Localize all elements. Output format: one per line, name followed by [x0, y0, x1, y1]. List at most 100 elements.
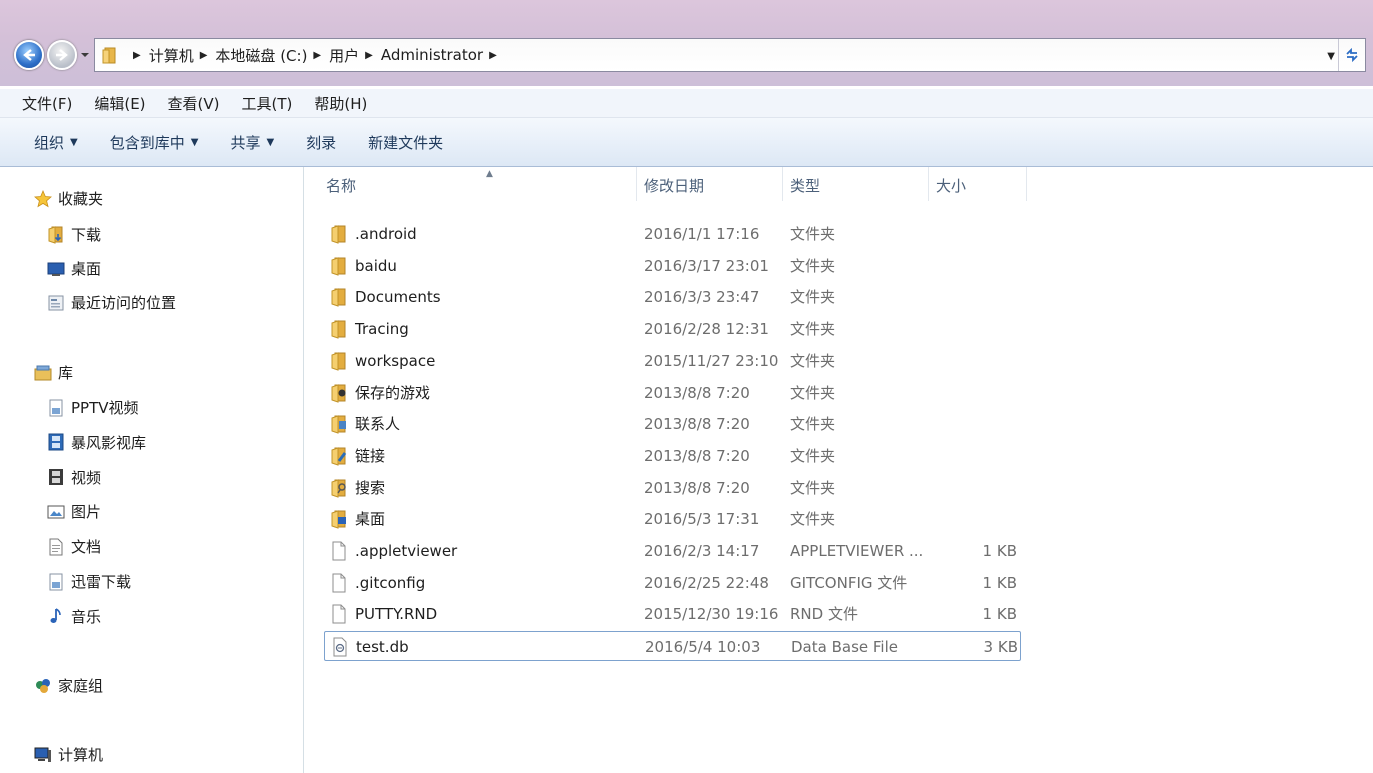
file-row[interactable]: 链接 2013/8/8 7:20 文件夹 — [324, 441, 1021, 471]
nav-item[interactable]: 下载 — [47, 224, 101, 245]
nav-item[interactable]: 文档 — [47, 536, 101, 557]
nav-item-label: 图片 — [71, 503, 102, 522]
back-button[interactable] — [14, 40, 44, 70]
download-folder-icon — [47, 225, 65, 244]
file-name-cell[interactable]: 搜索 — [330, 473, 385, 503]
file-row[interactable]: baidu 2016/3/17 23:01 文件夹 — [324, 251, 1021, 281]
file-name-cell[interactable]: Tracing — [330, 314, 409, 344]
nav-libraries[interactable]: 库 — [34, 362, 73, 383]
file-name-cell[interactable]: baidu — [330, 251, 397, 281]
file-row[interactable]: PUTTY.RND 2015/12/30 19:16 RND 文件 1 KB — [324, 599, 1021, 629]
file-size — [934, 409, 1017, 439]
file-name-cell[interactable]: .gitconfig — [330, 568, 425, 598]
nav-computer[interactable]: 计算机 — [34, 744, 103, 765]
file-date: 2016/3/17 23:01 — [644, 256, 769, 275]
file-date: 2016/1/1 17:16 — [644, 225, 760, 243]
file-name-cell[interactable]: test.db — [331, 632, 409, 662]
file-name-cell[interactable]: .appletviewer — [330, 536, 457, 566]
back-arrow-icon — [23, 49, 35, 61]
file-row[interactable]: .appletviewer 2016/2/3 14:17 APPLETVIEWER … — [324, 536, 1021, 566]
nav-item[interactable]: 图片 — [47, 501, 101, 522]
file-name-cell[interactable]: 链接 — [330, 441, 385, 471]
file-name-cell[interactable]: 联系人 — [330, 409, 400, 439]
dropdown-arrow-icon: ▼ — [266, 136, 275, 148]
breadcrumb-item[interactable]: 本地磁盘 (C:) — [215, 45, 307, 66]
menu-item[interactable]: 文件(F) — [22, 93, 72, 114]
file-row[interactable]: workspace 2015/11/27 23:10 文件夹 — [324, 346, 1021, 376]
menu-item[interactable]: 工具(T) — [242, 93, 293, 114]
recent-pages-dropdown-icon[interactable] — [80, 50, 90, 60]
file-name-cell[interactable]: .android — [330, 219, 417, 249]
command-button[interactable]: 组织 ▼ — [34, 132, 78, 153]
file-row[interactable]: Documents 2016/3/3 23:47 文件夹 — [324, 282, 1021, 312]
saved-games-folder-icon — [330, 383, 348, 403]
breadcrumb-item[interactable]: Administrator — [381, 46, 483, 64]
file-name-cell[interactable]: workspace — [330, 346, 435, 376]
column-size-label: 大小 — [936, 176, 967, 195]
breadcrumb-separator-icon[interactable]: ▶ — [365, 50, 373, 61]
nav-item[interactable]: 暴风影视库 — [47, 432, 146, 453]
forward-arrow-icon — [56, 49, 68, 61]
file-name-cell[interactable]: PUTTY.RND — [330, 599, 437, 629]
file-name-cell[interactable]: 桌面 — [330, 504, 385, 534]
column-header-date[interactable]: 修改日期 — [636, 167, 782, 203]
command-label: 组织 — [34, 133, 65, 152]
breadcrumb-separator-icon[interactable]: ▶ — [133, 50, 141, 61]
file-name-cell[interactable]: 保存的游戏 — [330, 378, 430, 408]
menu-item[interactable]: 帮助(H) — [314, 93, 367, 114]
nav-item[interactable]: PPTV视频 — [47, 397, 139, 418]
file-row[interactable]: .android 2016/1/1 17:16 文件夹 — [324, 219, 1021, 249]
file-size — [934, 378, 1017, 408]
file-size: 3 KB — [983, 638, 1018, 657]
nav-item[interactable]: 视频 — [47, 467, 101, 488]
file-row[interactable]: 桌面 2016/5/3 17:31 文件夹 — [324, 504, 1021, 534]
nav-item[interactable]: 最近访问的位置 — [47, 292, 176, 313]
column-header-size[interactable]: 大小 — [928, 167, 1026, 203]
breadcrumb-item[interactable]: 计算机 — [149, 45, 194, 66]
file-type: 文件夹 — [790, 351, 836, 370]
pictures-icon — [47, 503, 65, 521]
file-size — [934, 282, 1017, 312]
file-row-selected[interactable]: test.db 2016/5/4 10:03 Data Base File 3 KB — [324, 631, 1021, 662]
file-name-cell[interactable]: Documents — [330, 282, 441, 312]
file-date: 2016/5/4 10:03 — [645, 638, 761, 657]
file-type: 文件夹 — [790, 320, 836, 339]
menu-item[interactable]: 查看(V) — [168, 93, 220, 114]
file-row[interactable]: 保存的游戏 2013/8/8 7:20 文件夹 — [324, 378, 1021, 408]
file-row[interactable]: 联系人 2013/8/8 7:20 文件夹 — [324, 409, 1021, 439]
column-header-type[interactable]: 类型 — [782, 167, 928, 203]
dropdown-arrow-icon: ▼ — [70, 136, 78, 148]
file-row[interactable]: .gitconfig 2016/2/25 22:48 GITCONFIG 文件 1 K… — [324, 568, 1021, 598]
address-bar[interactable]: ▶ 计算机 ▶ 本地磁盘 (C:) ▶ 用户 ▶ Administrator ▶ ▼ — [94, 38, 1366, 72]
nav-homegroup[interactable]: 家庭组 — [34, 675, 103, 696]
file-name: 搜索 — [355, 478, 386, 497]
nav-item[interactable]: 迅雷下载 — [47, 571, 131, 592]
column-divider[interactable] — [1026, 167, 1027, 201]
file-row[interactable]: Tracing 2016/2/28 12:31 文件夹 — [324, 314, 1021, 344]
file-row[interactable]: 搜索 2013/8/8 7:20 文件夹 — [324, 473, 1021, 503]
file-date: 2013/8/8 7:20 — [644, 478, 750, 497]
breadcrumb-separator-icon[interactable]: ▶ — [200, 50, 208, 61]
breadcrumb-separator-icon[interactable]: ▶ — [489, 50, 497, 61]
file-date: 2013/8/8 7:20 — [644, 446, 750, 465]
address-dropdown-icon[interactable]: ▼ — [1327, 51, 1335, 62]
command-label: 共享 — [230, 133, 261, 152]
command-button[interactable]: 新建文件夹 — [368, 132, 443, 153]
column-header-name[interactable]: 名称 ▲ — [318, 167, 636, 203]
column-name-label: 名称 — [326, 176, 357, 195]
folder-icon — [330, 319, 348, 339]
nav-item[interactable]: 音乐 — [47, 606, 101, 627]
breadcrumb-item[interactable]: 用户 — [329, 45, 359, 66]
file-icon — [330, 541, 348, 561]
breadcrumb-separator-icon[interactable]: ▶ — [313, 50, 321, 61]
nav-favorites[interactable]: 收藏夹 — [34, 188, 103, 209]
refresh-button[interactable] — [1338, 39, 1365, 71]
menu-item[interactable]: 编辑(E) — [94, 93, 145, 114]
file-size — [934, 346, 1017, 376]
forward-button[interactable] — [47, 40, 77, 70]
file-name: workspace — [355, 351, 436, 370]
command-button[interactable]: 包含到库中 ▼ — [110, 132, 199, 153]
command-button[interactable]: 刻录 — [306, 132, 336, 153]
nav-item[interactable]: 桌面 — [47, 258, 101, 279]
command-button[interactable]: 共享 ▼ — [230, 132, 274, 153]
